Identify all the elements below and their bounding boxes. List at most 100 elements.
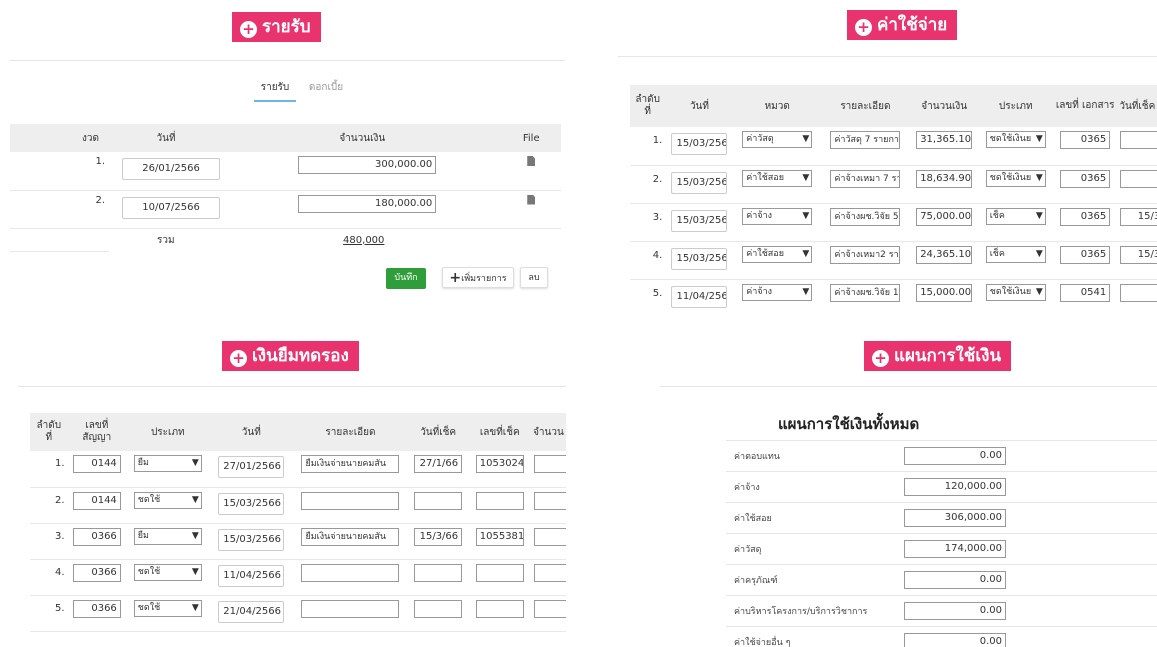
detail-input[interactable]: ค่าจ้างเหมา 7 รา xyxy=(830,169,901,188)
check-number-input[interactable]: 10530242 xyxy=(475,455,524,473)
plan-item-input[interactable]: 306,000.00 xyxy=(904,509,1006,527)
plan-item-input[interactable]: 0.00 xyxy=(904,571,1006,589)
amount-input[interactable]: 180,000.00 xyxy=(298,194,437,213)
date-input[interactable]: 15/03/2566 xyxy=(671,209,728,232)
date-input[interactable]: 15/03/2566 xyxy=(218,528,285,551)
detail-input[interactable]: ค่าจ้างผช.วิจัย 5 xyxy=(830,207,901,226)
file-icon[interactable] xyxy=(527,194,536,205)
type-select[interactable]: ยืม ▼ xyxy=(133,527,202,545)
date-input[interactable]: 27/01/2566 xyxy=(218,456,285,479)
detail-input[interactable] xyxy=(301,599,400,618)
category-select[interactable]: ค่าจ้าง ▼ xyxy=(742,283,813,301)
amount-input[interactable]: 31,365.10 xyxy=(916,131,973,149)
detail-input[interactable]: ยืมเงินจ่ายนายคมสัน xyxy=(301,455,400,473)
check-number-input[interactable] xyxy=(475,491,524,510)
row-number: 2. xyxy=(630,165,666,204)
chevron-down-icon: ▼ xyxy=(802,286,810,297)
doc-number-input[interactable]: 0365 xyxy=(1060,207,1111,226)
type-select[interactable]: ชดใช้ ▼ xyxy=(133,491,202,509)
doc-number-input[interactable]: 0365 xyxy=(1060,131,1111,149)
amount-input[interactable]: 75,000.00 xyxy=(916,207,973,226)
plan-item-input[interactable]: 120,000.00 xyxy=(904,478,1006,496)
tab-income[interactable]: รายรับ xyxy=(254,80,296,102)
type-select[interactable]: ชดใช้ ▼ xyxy=(133,563,202,581)
type-select[interactable]: ชดใช้เงินย ▼ xyxy=(985,283,1046,301)
detail-input[interactable] xyxy=(301,563,400,582)
check-date-input[interactable] xyxy=(414,599,463,618)
plan-item-input[interactable]: 0.00 xyxy=(904,602,1006,620)
amount-input[interactable]: 18,634.90 xyxy=(916,169,973,188)
detail-input[interactable]: ค่าวัสดุ 7 รายการ xyxy=(830,131,901,149)
date-input[interactable]: 11/04/2566 xyxy=(671,285,728,308)
plan-item-input[interactable]: 0.00 xyxy=(904,447,1006,465)
chevron-down-icon: ▼ xyxy=(191,458,199,468)
plan-item-input[interactable]: 0.00 xyxy=(904,633,1006,647)
date-input[interactable]: 15/03/2566 xyxy=(218,492,285,515)
chevron-down-icon: ▼ xyxy=(802,210,810,221)
amount-input[interactable]: 35 xyxy=(534,563,566,582)
amount-input[interactable]: 300,000.00 xyxy=(298,156,437,174)
date-input[interactable]: 10/07/2566 xyxy=(122,196,221,219)
check-date-input[interactable]: 15/3/66 xyxy=(1120,245,1157,264)
add-item-button[interactable]: +เพิ่มรายการ xyxy=(442,267,514,288)
date-input[interactable]: 11/04/2566 xyxy=(218,564,285,587)
type-select-value: เช็ค xyxy=(989,248,1005,259)
contract-input[interactable]: 0366 xyxy=(72,599,121,618)
delete-button[interactable]: ลบ xyxy=(520,267,548,288)
contract-input[interactable]: 0366 xyxy=(72,563,121,582)
category-select[interactable]: ค่าใช้สอย ▼ xyxy=(742,169,813,187)
category-select-value: ค่าจ้าง xyxy=(746,286,773,297)
plan-item-input[interactable]: 174,000.00 xyxy=(904,540,1006,558)
amount-input[interactable]: 50 xyxy=(534,527,566,546)
detail-input[interactable]: ยืมเงินจ่ายนายคมสัน xyxy=(301,527,400,546)
amount-input[interactable]: 24,365.10 xyxy=(916,245,973,264)
col-detail: รายละเอียด xyxy=(293,413,408,451)
check-date-input[interactable] xyxy=(414,491,463,510)
date-input[interactable]: 26/01/2566 xyxy=(122,158,221,181)
add-item-label: เพิ่มรายการ xyxy=(461,274,507,284)
date-input[interactable]: 21/04/2566 xyxy=(218,600,285,623)
check-date-input[interactable]: 15/3/66 xyxy=(414,527,463,546)
amount-input[interactable]: 15 xyxy=(534,599,566,618)
check-date-input[interactable] xyxy=(1120,283,1157,302)
category-select[interactable]: ค่าใช้สอย ▼ xyxy=(742,245,813,263)
detail-input[interactable] xyxy=(301,491,400,510)
row-number: 1. xyxy=(630,127,666,166)
detail-input[interactable]: ค่าจ้างเหมา2 ราย xyxy=(830,245,901,264)
category-select[interactable]: ค่าวัสดุ ▼ xyxy=(742,131,813,148)
contract-input[interactable]: 0144 xyxy=(72,455,121,473)
contract-input[interactable]: 0366 xyxy=(72,527,121,546)
type-select[interactable]: ชดใช้เงินย ▼ xyxy=(985,131,1046,148)
table-row: 3. 0366 ยืม ▼ 15/03/2566 ยืมเงินจ่ายนายคม… xyxy=(30,523,566,560)
detail-input[interactable]: ค่าจ้างผช.วิจัย 1 xyxy=(830,283,901,302)
type-select[interactable]: ชดใช้ ▼ xyxy=(133,599,202,617)
category-select[interactable]: ค่าจ้าง ▼ xyxy=(742,207,813,225)
type-select[interactable]: เช็ค ▼ xyxy=(985,245,1046,263)
date-input[interactable]: 15/03/2566 xyxy=(671,133,728,156)
amount-input[interactable]: 15,000.00 xyxy=(916,283,973,302)
check-number-input[interactable] xyxy=(475,599,524,618)
check-number-input[interactable]: 10553811 xyxy=(475,527,524,546)
doc-number-input[interactable]: 0541 xyxy=(1060,283,1111,302)
check-date-input[interactable] xyxy=(414,563,463,582)
check-number-input[interactable] xyxy=(475,563,524,582)
type-select[interactable]: ยืม ▼ xyxy=(133,455,202,472)
doc-number-input[interactable]: 0365 xyxy=(1060,245,1111,264)
list-item: ค่าครุภัณฑ์ 0.00 xyxy=(726,564,1157,595)
amount-input[interactable]: 50 xyxy=(534,491,566,510)
doc-number-input[interactable]: 0365 xyxy=(1060,169,1111,188)
save-button[interactable]: บันทึก xyxy=(386,268,426,289)
contract-input[interactable]: 0144 xyxy=(72,491,121,510)
file-icon[interactable] xyxy=(527,156,536,166)
tab-interest[interactable]: ดอกเบี้ย xyxy=(302,80,350,102)
amount-input[interactable]: 50 xyxy=(534,455,566,473)
type-select[interactable]: เช็ค ▼ xyxy=(985,207,1046,225)
date-input[interactable]: 15/03/2566 xyxy=(671,247,728,270)
list-item: ค่าใช้สอย 306,000.00 xyxy=(726,502,1157,533)
check-date-input[interactable]: 27/1/66 xyxy=(414,455,463,473)
check-date-input[interactable]: 15/3/66 xyxy=(1120,207,1157,226)
type-select[interactable]: ชดใช้เงินย ▼ xyxy=(985,169,1046,187)
check-date-input[interactable] xyxy=(1120,131,1157,149)
date-input[interactable]: 15/03/2566 xyxy=(671,171,728,194)
check-date-input[interactable] xyxy=(1120,169,1157,188)
